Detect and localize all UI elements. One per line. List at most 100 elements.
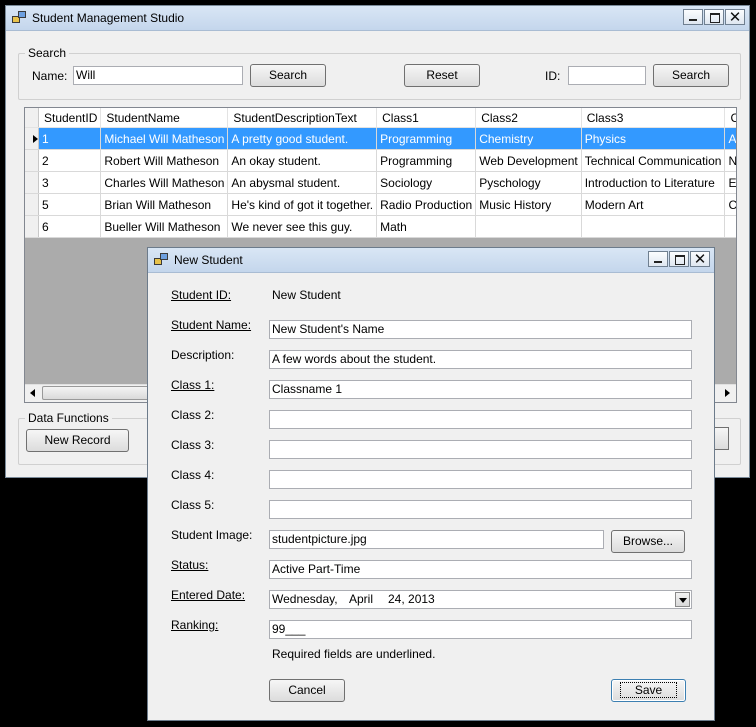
description-label: Description: (171, 348, 235, 362)
app-icon (12, 11, 26, 24)
row-header[interactable] (25, 215, 39, 238)
id-label: ID: (545, 69, 561, 83)
table-row[interactable]: 5 Brian Will Matheson He's kind of got i… (25, 193, 736, 216)
table-cell[interactable] (475, 215, 582, 238)
name-search-button[interactable]: Search (250, 64, 326, 87)
column-header[interactable]: StudentID (38, 108, 102, 128)
row-header[interactable] (25, 149, 39, 172)
main-titlebar[interactable]: Student Management Studio ✕ (6, 6, 749, 31)
date-month[interactable]: April (349, 592, 373, 607)
entered-date-picker[interactable]: Wednesday, April 24, 2013 (269, 590, 692, 609)
row-header[interactable] (25, 127, 39, 150)
chevron-down-icon[interactable] (675, 592, 690, 607)
class4-label: Class 4: (171, 468, 215, 482)
table-cell[interactable]: 6 (38, 215, 102, 238)
table-cell[interactable]: Pyschology (475, 171, 582, 194)
class2-field[interactable] (269, 410, 692, 429)
scrollbar-thumb[interactable] (42, 386, 162, 400)
table-cell[interactable]: Web Development (475, 149, 582, 172)
table-cell[interactable] (724, 215, 736, 238)
table-cell[interactable]: Introduction to Literature (581, 171, 726, 194)
status-field[interactable]: Active Part-Time (269, 560, 692, 579)
grid-header-row: StudentID StudentName StudentDescription… (25, 108, 736, 128)
table-cell[interactable]: Michael Will Matheson (100, 127, 229, 150)
class4-field[interactable] (269, 470, 692, 489)
scroll-right-button[interactable] (719, 385, 736, 402)
table-cell[interactable]: Astro (724, 127, 736, 150)
table-cell[interactable]: Netw (724, 149, 736, 172)
student-image-field[interactable]: studentpicture.jpg (269, 530, 604, 549)
dialog-app-icon (154, 253, 168, 266)
table-cell[interactable]: 2 (38, 149, 102, 172)
table-cell[interactable]: 5 (38, 193, 102, 216)
column-header[interactable]: StudentName (100, 108, 229, 128)
student-name-field[interactable]: New Student's Name (269, 320, 692, 339)
table-cell[interactable]: Programming (376, 127, 477, 150)
row-header[interactable] (25, 193, 39, 216)
table-cell[interactable]: Radio Production (376, 193, 477, 216)
table-cell[interactable]: Brian Will Matheson (100, 193, 229, 216)
required-fields-note: Required fields are underlined. (272, 647, 436, 661)
table-cell[interactable]: Music History (475, 193, 582, 216)
maximize-button[interactable] (704, 9, 724, 25)
browse-button[interactable]: Browse... (611, 530, 685, 553)
column-header[interactable]: StudentDescriptionText (227, 108, 378, 128)
table-cell[interactable]: He's kind of got it together. (227, 193, 378, 216)
table-row[interactable]: 2 Robert Will Matheson An okay student. … (25, 149, 736, 172)
column-header[interactable]: Class1 (376, 108, 477, 128)
student-table: StudentID StudentName StudentDescription… (25, 108, 736, 238)
table-cell[interactable]: An abysmal student. (227, 171, 378, 194)
date-day-year[interactable]: 24, 2013 (388, 592, 435, 607)
class5-field[interactable] (269, 500, 692, 519)
table-row[interactable]: 6 Bueller Will Matheson We never see thi… (25, 215, 736, 238)
column-header[interactable]: Class (724, 108, 736, 128)
table-row[interactable]: 3 Charles Will Matheson An abysmal stude… (25, 171, 736, 194)
table-cell[interactable]: Sociology (376, 171, 477, 194)
data-functions-legend: Data Functions (25, 411, 112, 425)
ranking-field[interactable]: 99___ (269, 620, 692, 639)
cancel-button[interactable]: Cancel (269, 679, 345, 702)
name-search-input[interactable]: Will (73, 66, 243, 85)
table-cell[interactable]: Robert Will Matheson (100, 149, 229, 172)
description-field[interactable]: A few words about the student. (269, 350, 692, 369)
scroll-left-button[interactable] (25, 385, 42, 402)
new-record-button[interactable]: New Record (26, 429, 129, 452)
table-cell[interactable]: Conte (724, 193, 736, 216)
table-cell[interactable]: An okay student. (227, 149, 378, 172)
table-cell[interactable]: Math (376, 215, 477, 238)
table-cell[interactable]: Charles Will Matheson (100, 171, 229, 194)
dialog-title: New Student (174, 253, 243, 267)
row-header-corner (25, 108, 39, 128)
table-cell[interactable]: Chemistry (475, 127, 582, 150)
minimize-button[interactable] (683, 9, 703, 25)
row-header[interactable] (25, 171, 39, 194)
table-cell[interactable]: We never see this guy. (227, 215, 378, 238)
dialog-maximize-button[interactable] (669, 251, 689, 267)
class3-field[interactable] (269, 440, 692, 459)
column-header[interactable]: Class2 (475, 108, 582, 128)
save-button[interactable]: Save (611, 679, 686, 702)
id-search-button[interactable]: Search (653, 64, 729, 87)
table-cell[interactable]: 1 (38, 127, 102, 150)
table-cell[interactable]: A pretty good student. (227, 127, 378, 150)
dialog-close-button[interactable]: ✕ (690, 251, 710, 268)
table-cell[interactable]: Physics (581, 127, 726, 150)
table-row[interactable]: 1 Michael Will Matheson A pretty good st… (25, 127, 736, 150)
dialog-titlebar[interactable]: New Student ✕ (148, 248, 714, 273)
table-cell[interactable]: Englis (724, 171, 736, 194)
table-cell[interactable]: Modern Art (581, 193, 726, 216)
date-weekday[interactable]: Wednesday, (272, 592, 338, 607)
reset-button[interactable]: Reset (404, 64, 480, 87)
table-cell[interactable]: 3 (38, 171, 102, 194)
class1-field[interactable]: Classname 1 (269, 380, 692, 399)
table-cell[interactable]: Bueller Will Matheson (100, 215, 229, 238)
table-cell[interactable]: Technical Communication (581, 149, 726, 172)
id-search-input[interactable] (568, 66, 646, 85)
column-header[interactable]: Class3 (581, 108, 726, 128)
close-icon: ✕ (693, 251, 707, 268)
close-button[interactable]: ✕ (725, 9, 745, 26)
ranking-label: Ranking: (171, 618, 219, 632)
dialog-minimize-button[interactable] (648, 251, 668, 267)
table-cell[interactable]: Programming (376, 149, 477, 172)
table-cell[interactable] (581, 215, 726, 238)
